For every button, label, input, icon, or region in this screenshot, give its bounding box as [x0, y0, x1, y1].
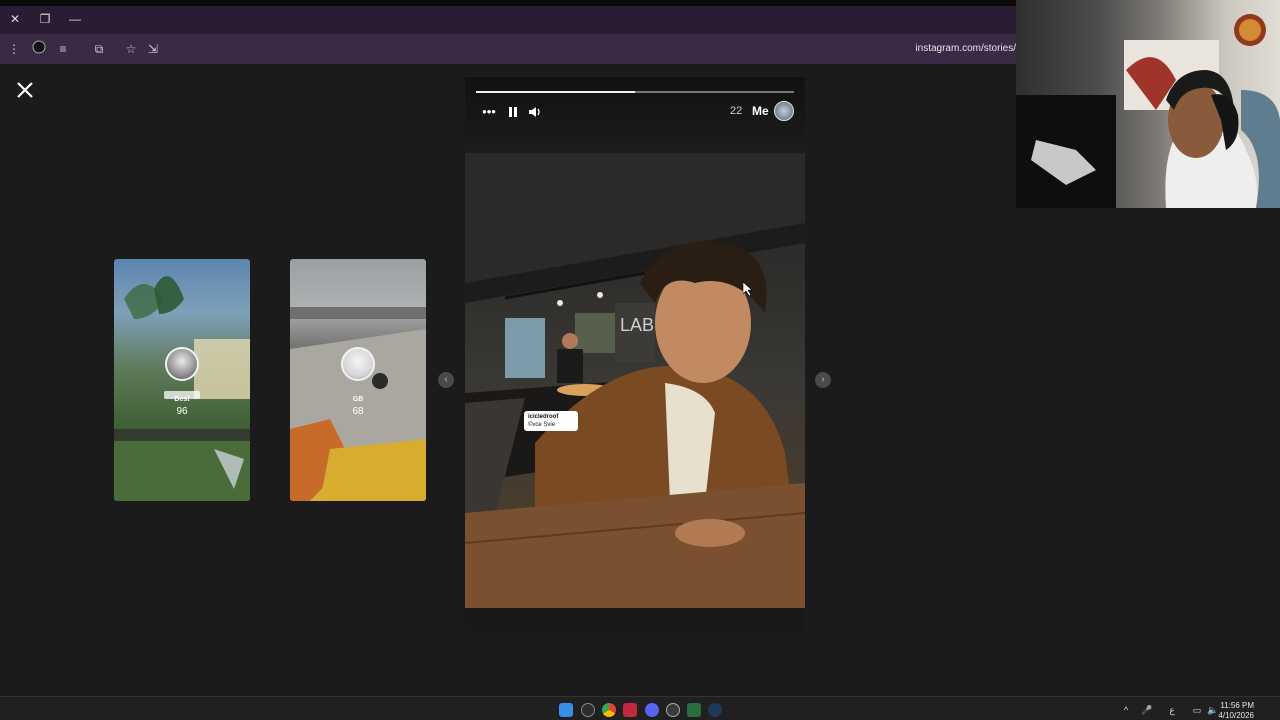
previous-story-icon[interactable]: ‹	[438, 372, 454, 388]
pause-icon[interactable]	[505, 104, 521, 120]
close-icon[interactable]	[14, 79, 36, 101]
chrome-icon[interactable]	[602, 703, 616, 717]
story-time: 68	[352, 406, 364, 417]
cafe-sign-text: LAB	[620, 315, 654, 335]
install-app-icon[interactable]: ⇲	[144, 40, 162, 58]
browser-titlebar	[0, 0, 1016, 34]
show-hidden-icons-icon[interactable]: ^	[1120, 704, 1132, 716]
story-image[interactable]: LAB icicledroof ©vce Svie	[465, 153, 805, 608]
search-icon[interactable]	[581, 703, 595, 717]
extensions-icon[interactable]: ⧉	[90, 40, 108, 58]
steam-icon[interactable]	[708, 703, 722, 717]
story-reply-area	[465, 608, 805, 668]
more-options-icon[interactable]: •••	[481, 104, 497, 120]
network-icon[interactable]: ▭	[1191, 704, 1203, 716]
terminal-icon[interactable]	[687, 703, 701, 717]
next-story-icon[interactable]: ›	[815, 372, 831, 388]
story-time: 96	[176, 406, 188, 417]
reading-list-icon[interactable]: ≡	[54, 40, 72, 58]
channel-logo-icon	[1235, 14, 1267, 46]
angular-icon[interactable]	[623, 703, 637, 717]
bookmark-star-icon[interactable]: ☆	[122, 40, 140, 58]
discord-icon[interactable]	[645, 703, 659, 717]
mention-name: icicledroof	[528, 414, 559, 420]
mouse-cursor-icon	[742, 281, 753, 301]
taskbar	[0, 696, 1280, 720]
story-username: GB	[352, 396, 364, 403]
microphone-icon[interactable]: 🎤	[1141, 704, 1153, 716]
story-thumbnail-2[interactable]: GB 68	[290, 259, 426, 501]
story-avatar	[341, 347, 375, 381]
mention-sub: ©vce Svie	[528, 422, 556, 428]
mention-sticker[interactable]: icicledroof ©vce Svie	[524, 411, 578, 431]
volume-icon[interactable]	[527, 104, 543, 120]
close-window-icon[interactable]: ✕	[6, 10, 24, 28]
clock-date[interactable]: 4/10/2026	[1218, 711, 1254, 720]
windows-start-icon[interactable]	[559, 703, 573, 717]
story-time: 22	[730, 105, 743, 117]
story-username: Dest	[174, 396, 190, 403]
progress-fill	[476, 91, 635, 93]
story-username[interactable]: Me	[752, 104, 769, 118]
restore-window-icon[interactable]: ❐	[36, 10, 54, 28]
address-bar[interactable]: instagram.com/stories/	[915, 43, 1016, 54]
story-avatar	[165, 347, 199, 381]
volume-tray-icon[interactable]: 🔈	[1207, 704, 1219, 716]
clock-time[interactable]: 11:56 PM	[1220, 701, 1254, 710]
profile-icon[interactable]	[30, 40, 48, 58]
language-indicator[interactable]: ع	[1166, 704, 1178, 716]
avatar[interactable]	[774, 101, 794, 121]
menu-dots-icon[interactable]: ⋮	[5, 40, 23, 58]
story-thumbnail-1[interactable]: Dest 96	[114, 259, 250, 501]
settings-gear-icon[interactable]	[666, 703, 680, 717]
minimize-window-icon[interactable]: —	[66, 10, 84, 28]
